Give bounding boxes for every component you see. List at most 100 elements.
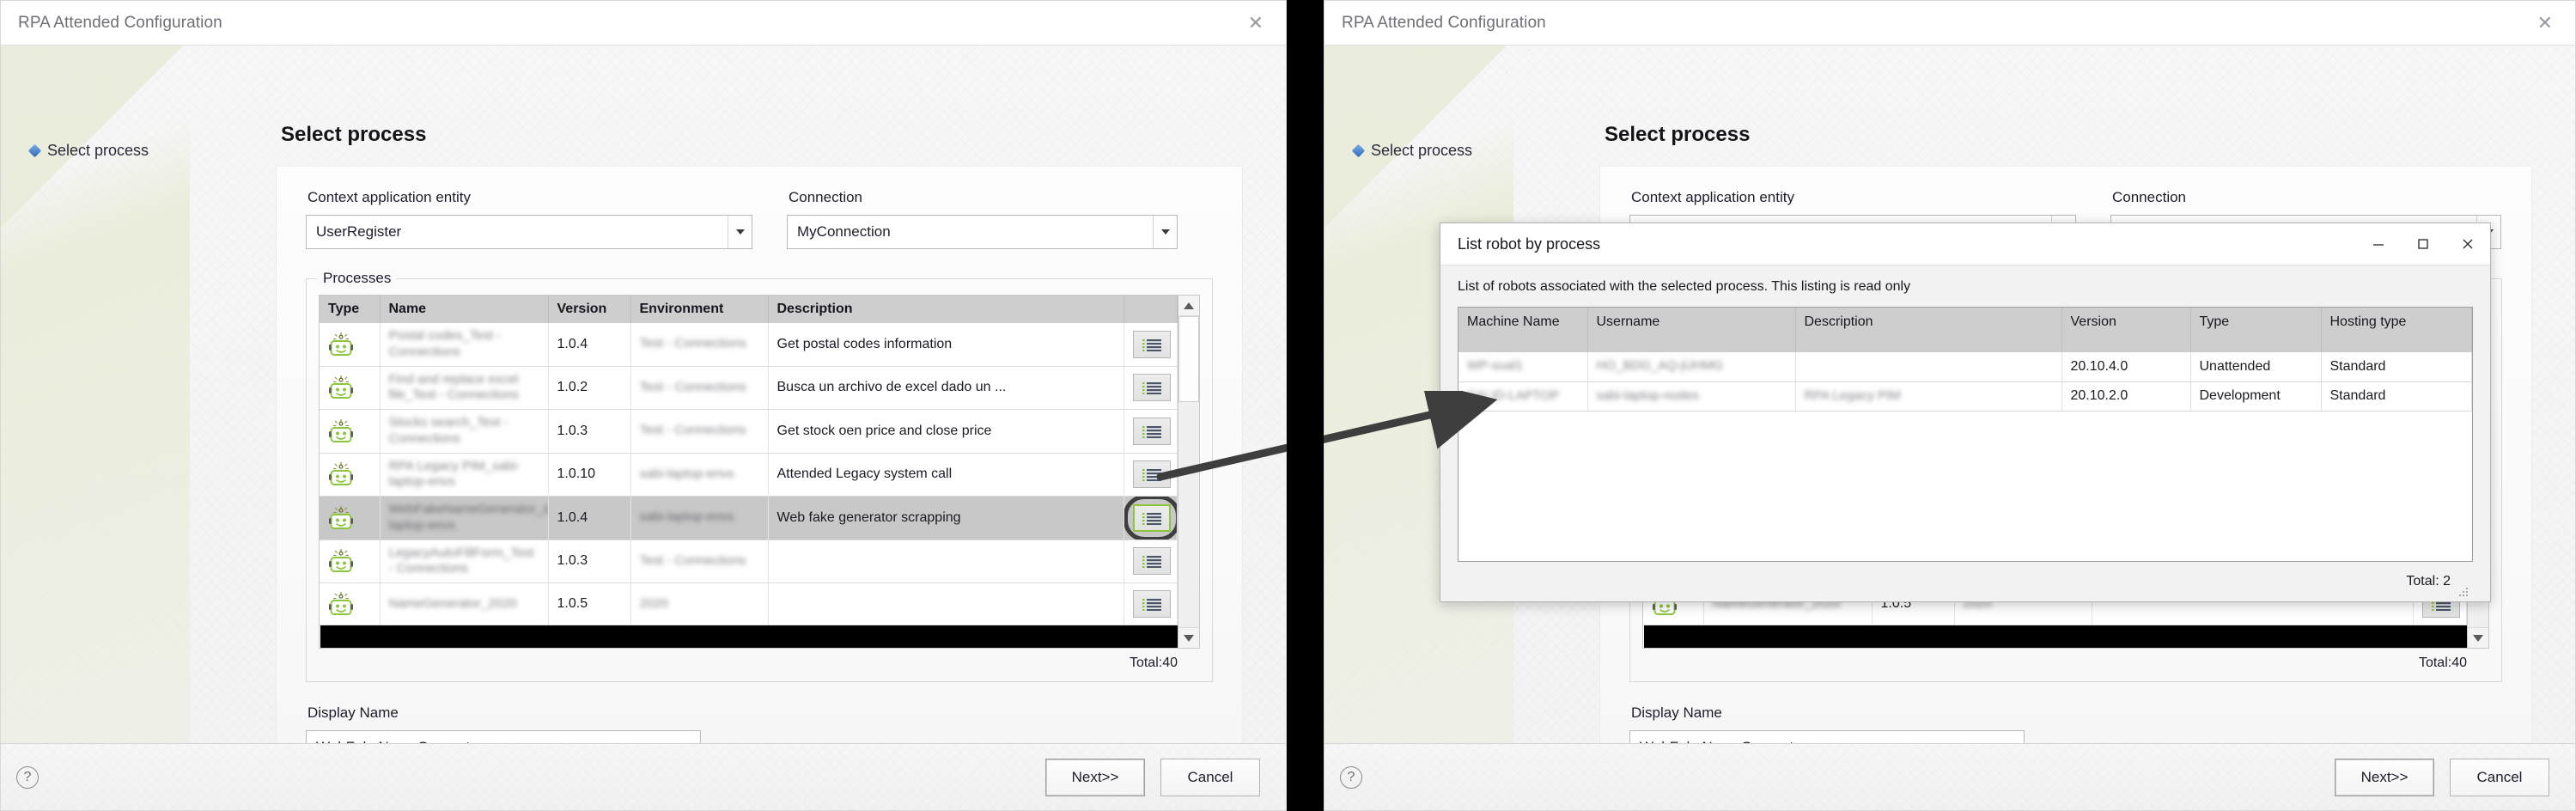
cell-actions[interactable] <box>1124 453 1178 497</box>
cancel-button[interactable]: Cancel <box>1160 758 1260 796</box>
cell-name: WebFakeNameGenerator_sabi-laptop-envs <box>380 496 549 540</box>
scroll-down-icon[interactable] <box>2468 627 2488 648</box>
connection-field: Connection MyConnection <box>787 189 1178 249</box>
resize-grip-icon[interactable] <box>2458 587 2469 597</box>
context-entity-field: Context application entity UserRegister <box>306 189 752 249</box>
help-icon[interactable]: ? <box>16 765 39 789</box>
cell-actions[interactable] <box>1124 582 1178 625</box>
redacted-environment: Test - Connections <box>639 423 746 438</box>
robots-header-row: Machine Name Username Description Versio… <box>1459 308 2472 352</box>
cell-actions[interactable] <box>1124 409 1178 454</box>
cell-actions[interactable] <box>1124 496 1178 540</box>
cell-name: Find and replace excel file_Test - Conne… <box>380 366 549 410</box>
row-list-button[interactable] <box>1133 374 1171 402</box>
column-header-username[interactable]: Username <box>1587 308 1796 352</box>
redacted-environment: Test - Connections <box>639 552 746 568</box>
table-row[interactable]: LegacyAutoFillForm_Test - Connections 1.0… <box>320 540 1178 583</box>
minimize-icon[interactable] <box>2356 223 2401 265</box>
processes-legend: Processes <box>317 270 398 287</box>
cell-environment: Test - Connections <box>630 323 769 367</box>
scrollbar-thumb[interactable] <box>1178 316 1199 402</box>
redacted-environment: sabi-laptop-envs <box>639 466 734 481</box>
next-button[interactable]: Next>> <box>1045 758 1145 796</box>
highlight-ring <box>1124 496 1177 540</box>
help-icon[interactable]: ? <box>1340 765 1362 789</box>
close-icon[interactable]: ✕ <box>1239 10 1272 36</box>
cell-actions[interactable] <box>1124 540 1178 583</box>
cell-actions[interactable] <box>1124 323 1178 367</box>
cell-environment: sabi-laptop-envs <box>630 496 769 540</box>
robots-table-body: WP-sual1 HO_BDG_AQ-jUHMG 20.10.4.0 Unattend… <box>1459 352 2472 561</box>
scrollbar-track[interactable] <box>1178 402 1199 627</box>
cell-version: 1.0.3 <box>548 409 631 454</box>
scroll-down-icon[interactable] <box>1178 627 1199 648</box>
row-list-button[interactable] <box>1133 590 1171 618</box>
close-icon[interactable] <box>2445 223 2490 265</box>
dialog-subtitle: List of robots associated with the selec… <box>1458 279 1911 294</box>
row-list-button[interactable] <box>1133 460 1171 489</box>
column-header-type[interactable]: Type <box>2190 308 2322 352</box>
table-row[interactable]: NameGenerator_2020 1.0.5 2020 <box>320 582 1178 625</box>
table-row[interactable]: WP-sual1 HO_BDG_AQ-jUHMG 20.10.4.0 Unattend… <box>1459 352 2472 382</box>
redacted-name: RPA Legacy PIM_sabi-laptop-envs <box>388 458 521 490</box>
table-row[interactable]: Stocks search_Test - Connections 1.0.3 Tes… <box>320 409 1178 454</box>
window-titlebar: RPA Attended Configuration ✕ <box>1 1 1286 46</box>
context-entity-select[interactable]: UserRegister <box>306 215 752 249</box>
cell-version: 1.0.10 <box>548 453 631 497</box>
row-list-button[interactable] <box>1133 330 1171 358</box>
maximize-icon[interactable] <box>2401 223 2445 265</box>
table-row[interactable]: SALID-LAPTOP sabi-laptop-nodes RPA Legacy … <box>1459 381 2472 412</box>
cell-name: NameGenerator_2020 <box>380 582 549 625</box>
cell-type: Development <box>2190 381 2322 412</box>
sidebar-item-label: Select process <box>1371 142 1473 159</box>
column-header-environment[interactable]: Environment <box>630 296 769 323</box>
display-name-input[interactable]: WebFakeNameGenerator <box>306 730 701 743</box>
cell-machine-name: WP-sual1 <box>1459 352 1588 382</box>
processes-table-body: Postal codes_Test - Connections 1.0.4 Test… <box>320 323 1178 625</box>
column-header-description[interactable]: Description <box>768 296 1124 323</box>
cell-description: Get stock oen price and close price <box>768 409 1124 454</box>
display-name-label: Display Name <box>308 704 399 721</box>
column-header-name[interactable]: Name <box>380 296 549 323</box>
scroll-up-icon[interactable] <box>1178 296 1199 316</box>
sidebar-item-select-process[interactable]: Select process <box>1325 142 1582 160</box>
column-header-version[interactable]: Version <box>548 296 631 323</box>
cell-description: Get postal codes information <box>768 323 1124 367</box>
connection-select[interactable]: MyConnection <box>787 215 1178 249</box>
connection-label: Connection <box>789 189 863 205</box>
row-list-button[interactable] <box>1133 547 1171 576</box>
cancel-button[interactable]: Cancel <box>2450 758 2549 796</box>
redaction-bar <box>1644 625 2467 648</box>
column-header-version[interactable]: Version <box>2061 308 2191 352</box>
column-header-type[interactable]: Type <box>320 296 381 323</box>
cell-actions[interactable] <box>1124 366 1178 410</box>
cell-environment: sabi-laptop-envs <box>630 453 769 497</box>
close-icon[interactable]: ✕ <box>2529 10 2561 36</box>
cell-type: Unattended <box>2190 352 2322 382</box>
cell-description <box>768 582 1124 625</box>
row-list-button[interactable] <box>1133 417 1171 445</box>
list-robot-dialog: List robot by process List of robots ass… <box>1440 223 2491 602</box>
column-header-description[interactable]: Description <box>1795 308 2062 352</box>
table-row[interactable]: WebFakeNameGenerator_sabi-laptop-envs1.0… <box>320 496 1178 540</box>
image-gutter <box>1287 0 1324 811</box>
cell-description: Attended Legacy system call <box>768 453 1124 497</box>
row-list-button[interactable] <box>1133 503 1171 532</box>
cell-environment: Test - Connections <box>630 366 769 410</box>
display-name-input[interactable]: WebFakeNameGenerator <box>1629 730 2025 743</box>
cell-type <box>320 409 381 454</box>
sidebar-item-select-process[interactable]: Select process <box>1 142 259 160</box>
list-icon <box>1142 512 1161 525</box>
table-row[interactable]: Postal codes_Test - Connections 1.0.4 Test… <box>320 323 1178 367</box>
column-header-machine-name[interactable]: Machine Name <box>1459 308 1588 352</box>
processes-scrollbar[interactable] <box>1178 295 1200 649</box>
table-row[interactable]: RPA Legacy PIM_sabi-laptop-envs 1.0.10 sab… <box>320 453 1178 497</box>
robot-icon <box>329 418 353 442</box>
cell-environment: 2020 <box>630 582 769 625</box>
next-button[interactable]: Next>> <box>2335 758 2434 796</box>
chevron-down-icon[interactable] <box>728 216 752 248</box>
chevron-down-icon[interactable] <box>1153 216 1177 248</box>
table-row[interactable]: Find and replace excel file_Test - Conne… <box>320 366 1178 410</box>
column-header-hosting-type[interactable]: Hosting type <box>2321 308 2472 352</box>
wizard-window-left: RPA Attended Configuration ✕ Select proc… <box>0 0 1287 811</box>
